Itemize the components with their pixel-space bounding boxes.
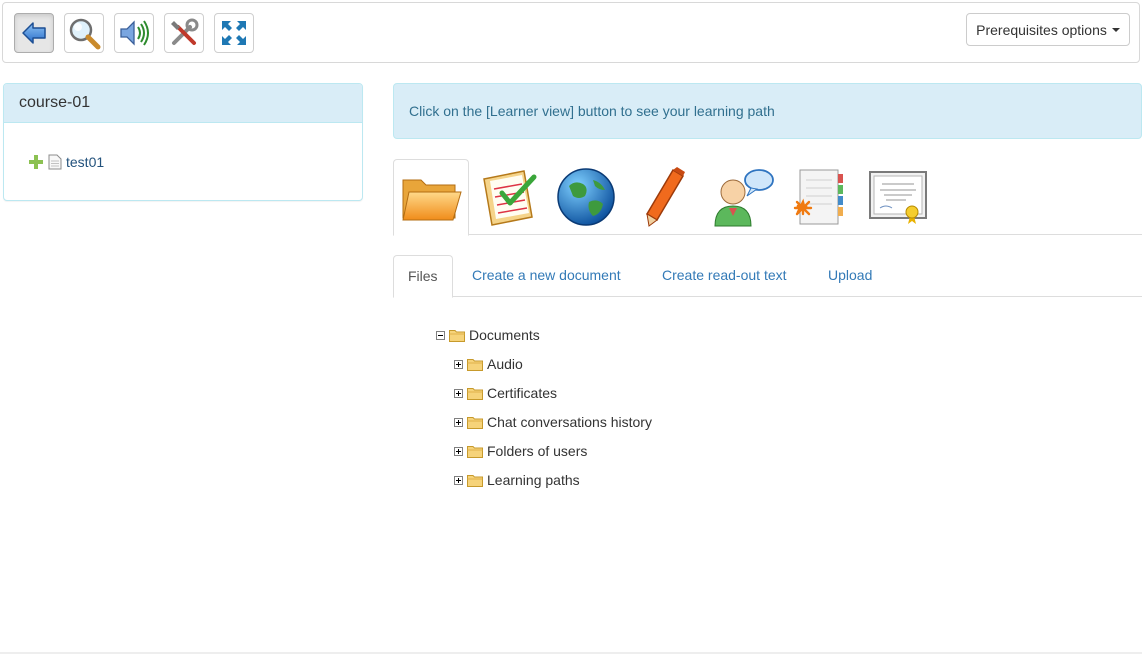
move-cross-icon[interactable] xyxy=(28,154,44,170)
document-icon xyxy=(48,154,62,170)
tree-node-learning-paths[interactable]: Learning paths xyxy=(454,469,580,491)
resource-type-tabs xyxy=(393,159,1142,236)
expand-toggle-icon[interactable] xyxy=(454,359,463,369)
tab-assignments[interactable] xyxy=(626,159,702,235)
tab-forums[interactable] xyxy=(704,159,780,235)
tree-node-label[interactable]: Chat conversations history xyxy=(487,414,652,430)
back-arrow-icon xyxy=(22,22,46,44)
expand-icon xyxy=(222,21,246,45)
documents-tabs: Files Create a new document Create read-… xyxy=(393,255,1142,298)
tree-node-chat-history[interactable]: Chat conversations history xyxy=(454,411,652,433)
course-item-link[interactable]: test01 xyxy=(66,154,104,170)
folder-icon xyxy=(467,445,483,458)
tab-sections[interactable] xyxy=(782,159,858,235)
tab-create-read-out-text[interactable]: Create read-out text xyxy=(648,255,801,297)
course-panel-heading: course-01 xyxy=(4,84,362,123)
tree-node-label[interactable]: Audio xyxy=(487,356,523,372)
fullscreen-button[interactable] xyxy=(214,13,254,53)
course-panel: course-01 test01 xyxy=(3,83,363,201)
collapse-toggle-icon[interactable] xyxy=(436,330,445,340)
course-item[interactable]: test01 xyxy=(28,154,104,170)
tab-files[interactable]: Files xyxy=(393,255,453,298)
tab-links[interactable] xyxy=(548,159,624,235)
tab-certificates[interactable] xyxy=(860,159,936,235)
course-title: course-01 xyxy=(19,94,91,111)
tab-upload[interactable]: Upload xyxy=(814,255,886,297)
quiz-checklist-icon xyxy=(483,170,537,226)
prerequisites-options-label: Prerequisites options xyxy=(976,21,1107,38)
folder-icon xyxy=(467,387,483,400)
tab-tests[interactable] xyxy=(471,159,547,235)
notebook-section-icon xyxy=(793,169,843,225)
info-alert-text: Click on the [Learner view] button to se… xyxy=(409,103,775,119)
folder-icon xyxy=(467,474,483,487)
top-toolbar: Prerequisites options xyxy=(2,2,1140,63)
expand-toggle-icon[interactable] xyxy=(454,475,463,485)
tree-node-label[interactable]: Folders of users xyxy=(487,443,587,459)
folder-icon xyxy=(449,329,465,342)
tree-node-folders-of-users[interactable]: Folders of users xyxy=(454,440,587,462)
folder-icon xyxy=(467,416,483,429)
tree-node-audio[interactable]: Audio xyxy=(454,353,523,375)
tab-documents[interactable] xyxy=(393,159,469,236)
prerequisites-options-button[interactable]: Prerequisites options xyxy=(966,13,1130,46)
tree-node-label[interactable]: Certificates xyxy=(487,385,557,401)
certificate-icon xyxy=(869,171,927,224)
tree-node-label[interactable]: Learning paths xyxy=(487,472,580,488)
audio-button[interactable] xyxy=(114,13,154,53)
learner-view-info-alert: Click on the [Learner view] button to se… xyxy=(393,83,1142,139)
tree-node-label[interactable]: Documents xyxy=(469,327,540,343)
tree-node-certificates[interactable]: Certificates xyxy=(454,382,557,404)
caret-down-icon xyxy=(1111,27,1120,32)
speaker-icon xyxy=(120,20,149,46)
search-button[interactable] xyxy=(64,13,104,53)
expand-toggle-icon[interactable] xyxy=(454,388,463,398)
globe-link-icon xyxy=(557,168,615,226)
tools-icon xyxy=(171,18,199,45)
tab-create-new-document[interactable]: Create a new document xyxy=(458,255,635,297)
folder-icon xyxy=(402,179,462,220)
forum-user-icon xyxy=(714,169,774,227)
expand-toggle-icon[interactable] xyxy=(454,417,463,427)
magnifier-icon xyxy=(69,18,101,50)
pen-assignment-icon xyxy=(645,167,685,227)
settings-button[interactable] xyxy=(164,13,204,53)
tree-node-documents[interactable]: Documents xyxy=(436,324,540,346)
expand-toggle-icon[interactable] xyxy=(454,446,463,456)
folder-icon xyxy=(467,358,483,371)
back-button[interactable] xyxy=(14,13,54,53)
